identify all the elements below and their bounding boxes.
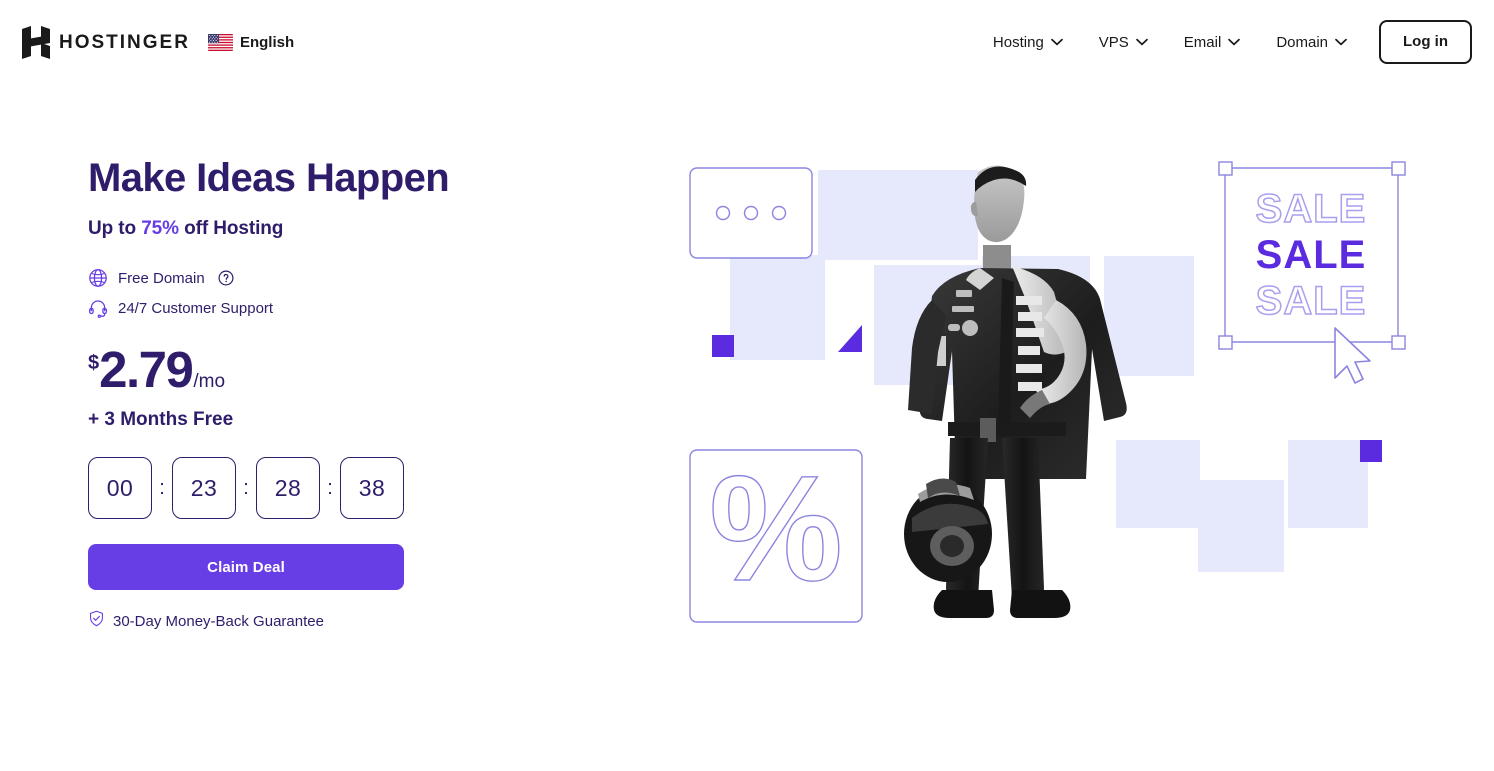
chevron-down-icon (1228, 38, 1241, 46)
purple-square-right (1360, 440, 1382, 462)
hero-discount-percent: 75% (141, 218, 179, 240)
nav-item-email-label: Email (1183, 33, 1222, 51)
language-label: English (239, 34, 295, 51)
hero-illustration: % SALE SALE SALE (680, 150, 1440, 650)
svg-text:%: % (709, 444, 842, 612)
page-title: Make Ideas Happen (88, 156, 450, 200)
price-display: $ 2.79 /mo (88, 344, 648, 395)
feature-free-domain-label: Free Domain (118, 269, 205, 287)
hostinger-logo-link[interactable]: HOSTINGER (22, 26, 190, 59)
countdown-hours: 23 (172, 457, 236, 520)
mouse-cursor-icon (1334, 327, 1371, 384)
nav-item-hosting[interactable]: Hosting (975, 22, 1081, 63)
feature-free-domain: Free Domain (88, 268, 648, 288)
countdown-separator: : (159, 476, 165, 499)
purple-triangle (838, 325, 862, 352)
hero-subtitle-pre: Up to (88, 218, 142, 240)
nav-item-email[interactable]: Email (1166, 22, 1259, 63)
brand-group: HOSTINGER English (22, 26, 294, 59)
language-switcher[interactable]: English (207, 34, 295, 51)
feature-customer-support-label: 24/7 Customer Support (118, 299, 274, 317)
hostinger-wordmark: HOSTINGER (59, 32, 190, 53)
money-back-guarantee-label: 30-Day Money-Back Guarantee (113, 612, 324, 630)
countdown-seconds: 38 (340, 457, 404, 520)
hero-subtitle-post: off Hosting (178, 218, 284, 240)
countdown-days: 00 (88, 457, 152, 520)
purple-square-left (712, 335, 734, 357)
sale-line-1: SALE (1256, 187, 1367, 231)
sale-line-2: SALE (1256, 233, 1367, 277)
nav-item-domain[interactable]: Domain (1258, 22, 1365, 63)
nav-item-vps-label: VPS (1098, 33, 1129, 51)
hero-subtitle: Up to 75% off Hosting (88, 218, 648, 240)
sale-line-3: SALE (1256, 279, 1367, 323)
headset-icon (88, 298, 108, 319)
us-flag-icon (207, 34, 233, 51)
chevron-down-icon (1335, 38, 1347, 46)
price-amount: 2.79 (99, 341, 194, 399)
question-circle-icon[interactable] (215, 270, 234, 286)
shield-check-icon (88, 610, 105, 632)
chevron-down-icon (1135, 38, 1148, 46)
nav-item-domain-label: Domain (1276, 33, 1328, 51)
price-period: /mo (193, 371, 226, 393)
chevron-down-icon (1050, 38, 1063, 46)
bonus-months-label: + 3 Months Free (88, 409, 234, 431)
nav-item-vps[interactable]: VPS (1081, 22, 1166, 63)
percent-card: % (689, 443, 863, 623)
nav-item-hosting-label: Hosting (992, 33, 1044, 51)
feature-customer-support: 24/7 Customer Support (88, 298, 648, 319)
countdown-separator: : (243, 476, 249, 499)
hero-content: Make Ideas Happen Up to 75% off Hosting … (88, 155, 648, 632)
login-button[interactable]: Log in (1379, 20, 1472, 64)
feature-list: Free Domain 24/7 Customer Support (88, 268, 648, 319)
price-currency: $ (88, 352, 100, 375)
money-back-guarantee: 30-Day Money-Back Guarantee (88, 610, 648, 632)
three-dots-card (689, 167, 813, 259)
globe-icon (88, 268, 108, 288)
site-header: HOSTINGER English Hosting VPS Email Doma… (0, 0, 1494, 85)
sale-selection-box: SALE SALE SALE (1218, 161, 1406, 384)
countdown-minutes: 28 (256, 457, 320, 520)
hostinger-h-logo (22, 26, 50, 59)
countdown-separator: : (327, 476, 333, 499)
main-navigation: Hosting VPS Email Domain Log in (975, 20, 1472, 64)
claim-deal-button[interactable]: Claim Deal (88, 544, 404, 591)
countdown-timer: 00 : 23 : 28 : 38 (88, 457, 648, 520)
